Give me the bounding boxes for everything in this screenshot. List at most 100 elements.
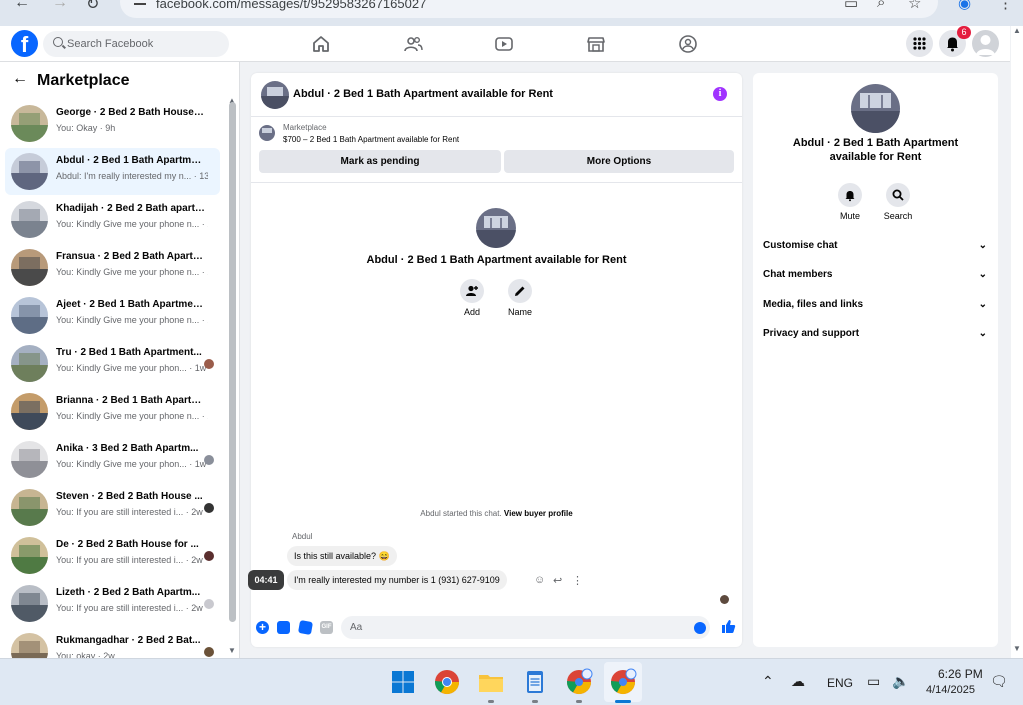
details-avatar[interactable] [851,84,900,133]
conversation-item[interactable]: Brianna · 2 Bed 1 Bath Apartme... You: Ki… [5,388,220,435]
conversation-item[interactable]: Rukmangadhar · 2 Bed 2 Bat... You: okay ·… [5,628,220,658]
chrome-icon[interactable] [433,668,461,696]
conversation-item[interactable]: De · 2 Bed 2 Bath House for ... You: If y… [5,532,220,579]
message-bubble[interactable]: Is this still available? 😄 [287,546,397,566]
windows-start-icon[interactable] [389,668,417,696]
sidebar-title: Marketplace [37,72,130,89]
menu-grid-button[interactable] [906,30,933,57]
conversation-item[interactable]: Khadijah · 2 Bed 2 Bath apartm... You: Ki… [5,196,220,243]
chat-title[interactable]: Abdul · 2 Bed 1 Bath Apartment available… [293,88,553,100]
react-emoji-icon[interactable]: ☺ [534,574,545,586]
volume-icon[interactable]: 🔈 [892,673,909,690]
conversation-item[interactable]: Ajeet · 2 Bed 1 Bath Apartment ... You: K… [5,292,220,339]
seen-avatar [204,359,214,369]
privacy-support-section[interactable]: Privacy and support ⌄ [763,324,989,344]
name-label: Name [507,307,532,317]
conversation-preview: You: Kindly Give me your phone n... · 1w [56,219,208,229]
conversation-thumbnail [11,345,48,382]
scroll-down-arrow-icon[interactable]: ▼ [1013,644,1021,653]
notifications-icon[interactable]: 🗨 [990,673,1008,690]
chat-window: Abdul · 2 Bed 1 Bath Apartment available… [248,73,742,647]
conversation-preview: You: okay · 2w [56,651,115,658]
address-bar[interactable]: facebook.com/messages/t/9529583267165027 [120,0,938,18]
seen-avatar [204,503,214,513]
chrome-profile-icon[interactable] [565,668,593,696]
conversation-item[interactable]: Lizeth · 2 Bed 2 Bath Apartm... You: If y… [5,580,220,627]
gif-icon[interactable]: GIF [320,621,333,634]
customise-chat-section[interactable]: Customise chat ⌄ [763,236,989,256]
back-arrow-icon[interactable]: ← [14,0,30,12]
plus-icon[interactable]: + [256,621,269,634]
message-input[interactable] [341,616,710,639]
network-icon[interactable]: ▭ [867,673,880,690]
chevron-up-icon[interactable]: ⌃ [762,673,774,690]
media-files-links-section[interactable]: Media, files and links ⌄ [763,295,989,315]
facebook-logo[interactable]: f [11,30,38,57]
conversation-item[interactable]: Steven · 2 Bed 2 Bath House ... You: If y… [5,484,220,531]
message-bubble[interactable]: I'm really interested my number is 1 (93… [287,570,507,590]
view-buyer-profile-link[interactable]: View buyer profile [504,509,573,518]
file-explorer-icon[interactable] [477,668,505,696]
conversation-name: Steven · 2 Bed 2 Bath House ... [56,491,203,502]
conversation-preview: You: Kindly Give me your phon... · 1w [56,363,207,373]
listing-price-title[interactable]: $700 – 2 Bed 1 Bath Apartment available … [283,135,459,144]
profile-icon[interactable]: ◉ [958,0,971,12]
video-icon[interactable] [494,34,514,54]
add-label: Add [463,307,480,317]
friends-icon[interactable] [403,34,423,54]
browser-menu-icon[interactable]: ⋮ [998,0,1013,12]
chat-avatar[interactable] [261,81,289,109]
marketplace-icon[interactable] [586,34,606,54]
conversation-item[interactable]: George · 2 Bed 2 Bath House f... You: Oka… [5,100,220,147]
notepad-icon[interactable] [521,668,549,696]
edit-name-action[interactable]: Name [500,279,540,317]
reply-icon[interactable]: ↩ [553,574,562,587]
zoom-icon[interactable]: ⌕ [877,0,885,11]
chevron-down-icon: ⌄ [978,299,987,310]
listing-thumbnail[interactable] [259,125,275,141]
photo-icon[interactable] [277,621,290,634]
emoji-icon[interactable] [694,622,706,634]
thumbs-up-icon[interactable] [721,619,736,634]
chrome-profile-active-icon[interactable] [609,668,637,696]
more-vertical-icon[interactable]: ⋮ [572,574,583,587]
chat-members-section[interactable]: Chat members ⌄ [763,265,989,285]
clock-date[interactable]: 4/14/2025 [926,684,975,696]
clock-time[interactable]: 6:26 PM [938,667,983,681]
facebook-search[interactable] [43,31,229,57]
account-avatar[interactable] [972,30,999,57]
running-indicator [488,700,494,703]
add-people-action[interactable]: Add [452,279,492,317]
forward-arrow-icon[interactable]: → [52,0,68,12]
conversation-item[interactable]: Tru · 2 Bed 1 Bath Apartment... You: Kind… [5,340,220,387]
site-info-icon[interactable] [134,0,146,5]
started-text: Abdul started this chat. [420,509,502,518]
language-indicator[interactable]: ENG [827,676,853,690]
conversation-preview: You: Kindly Give me your phone n... · 1w [56,267,208,277]
bookmark-star-icon[interactable]: ☆ [908,0,921,12]
groups-icon[interactable] [678,34,698,54]
sticker-icon[interactable] [297,619,314,636]
mark-as-pending-button[interactable]: Mark as pending [259,150,501,173]
scroll-up-arrow-icon[interactable]: ▲ [1013,26,1021,35]
read-receipt-avatar [720,595,729,604]
conversation-item[interactable]: Abdul · 2 Bed 1 Bath Apartmen... Abdul: I… [5,148,220,195]
install-app-icon[interactable]: ▭ [844,0,858,12]
back-arrow-icon[interactable]: ← [12,70,28,88]
reload-icon[interactable]: ↻ [86,0,99,14]
seen-avatar [204,599,214,609]
home-icon[interactable] [311,34,331,54]
add-person-icon [466,285,478,296]
info-icon[interactable]: i [713,87,727,101]
search-action[interactable]: Search [878,183,918,221]
scroll-down-arrow-icon[interactable]: ▼ [228,646,236,655]
conversation-item[interactable]: Anika · 3 Bed 2 Bath Apartm... You: Kindl… [5,436,220,483]
conversation-item[interactable]: Fransua · 2 Bed 2 Bath Apartm... You: Kin… [5,244,220,291]
cloud-off-icon[interactable]: ☁ [791,673,805,690]
sidebar-scrollbar[interactable] [229,102,236,622]
mute-action[interactable]: Mute [830,183,870,221]
search-input[interactable] [67,31,225,57]
more-options-button[interactable]: More Options [504,150,734,173]
page-scrollbar[interactable]: ▲ ▼ [1011,26,1023,658]
conversation-name: Khadijah · 2 Bed 2 Bath apartm... [56,203,206,214]
